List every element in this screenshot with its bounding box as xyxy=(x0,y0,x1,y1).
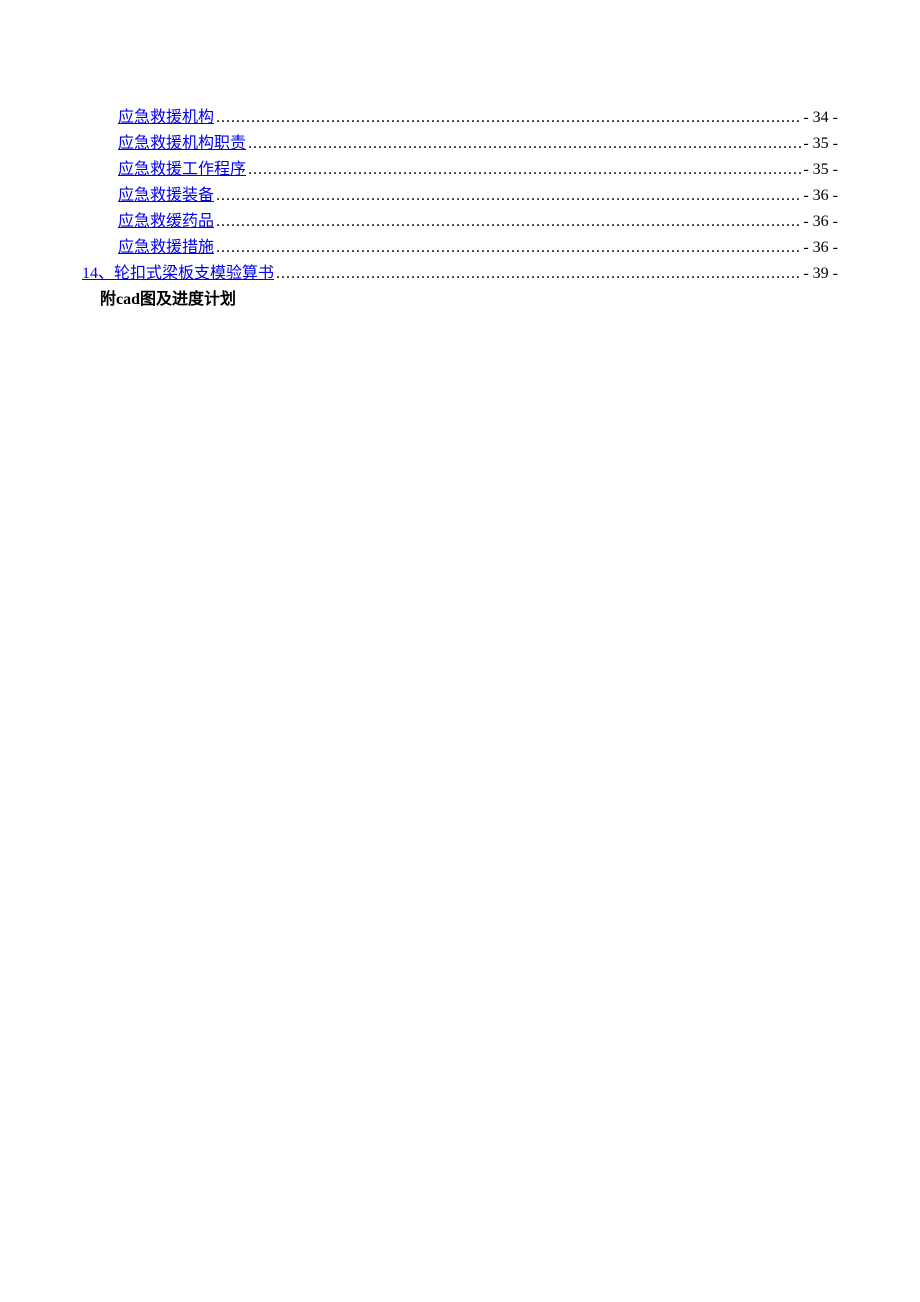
toc-link-emergency-rescue-measures[interactable]: 应急救援措施 xyxy=(118,236,214,260)
toc-leader-dots: ........................................… xyxy=(246,132,801,156)
toc-leader-dots: ........................................… xyxy=(246,158,801,182)
toc-entry: 应急救援装备 .................................… xyxy=(82,184,838,208)
toc-page-number: - 36 - xyxy=(801,184,838,208)
appendix-prefix: 附 xyxy=(100,291,116,308)
appendix-bold: cad xyxy=(116,291,140,308)
table-of-contents: 应急救援机构 .................................… xyxy=(82,106,838,312)
toc-page-number: - 35 - xyxy=(801,132,838,156)
toc-entry: 14、轮扣式梁板支模验算书 ..........................… xyxy=(82,262,838,286)
toc-link-emergency-rescue-equipment[interactable]: 应急救援装备 xyxy=(118,184,214,208)
toc-link-emergency-rescue-medicine[interactable]: 应急救缓药品 xyxy=(118,210,214,234)
toc-link-emergency-rescue-org[interactable]: 应急救援机构 xyxy=(118,106,214,130)
toc-entry: 应急救援措施 .................................… xyxy=(82,236,838,260)
appendix-note: 附cad图及进度计划 xyxy=(82,288,838,312)
toc-leader-dots: ........................................… xyxy=(214,184,801,208)
toc-leader-dots: ........................................… xyxy=(214,106,801,130)
toc-leader-dots: ........................................… xyxy=(214,236,801,260)
toc-page-number: - 35 - xyxy=(801,158,838,182)
toc-leader-dots: ........................................… xyxy=(214,210,801,234)
toc-link-chapter-14[interactable]: 14、轮扣式梁板支模验算书 xyxy=(82,262,274,286)
toc-link-emergency-rescue-org-duties[interactable]: 应急救援机构职责 xyxy=(118,132,246,156)
toc-entry: 应急救援机构职责 ...............................… xyxy=(82,132,838,156)
toc-entry: 应急救缓药品 .................................… xyxy=(82,210,838,234)
toc-leader-dots: ........................................… xyxy=(274,262,801,286)
appendix-suffix: 图及进度计划 xyxy=(140,291,236,308)
toc-page-number: - 36 - xyxy=(801,236,838,260)
toc-page-number: - 39 - xyxy=(801,262,838,286)
toc-link-emergency-rescue-procedure[interactable]: 应急救援工作程序 xyxy=(118,158,246,182)
toc-page-number: - 36 - xyxy=(801,210,838,234)
toc-entry: 应急救援工作程序 ...............................… xyxy=(82,158,838,182)
toc-entry: 应急救援机构 .................................… xyxy=(82,106,838,130)
toc-page-number: - 34 - xyxy=(801,106,838,130)
